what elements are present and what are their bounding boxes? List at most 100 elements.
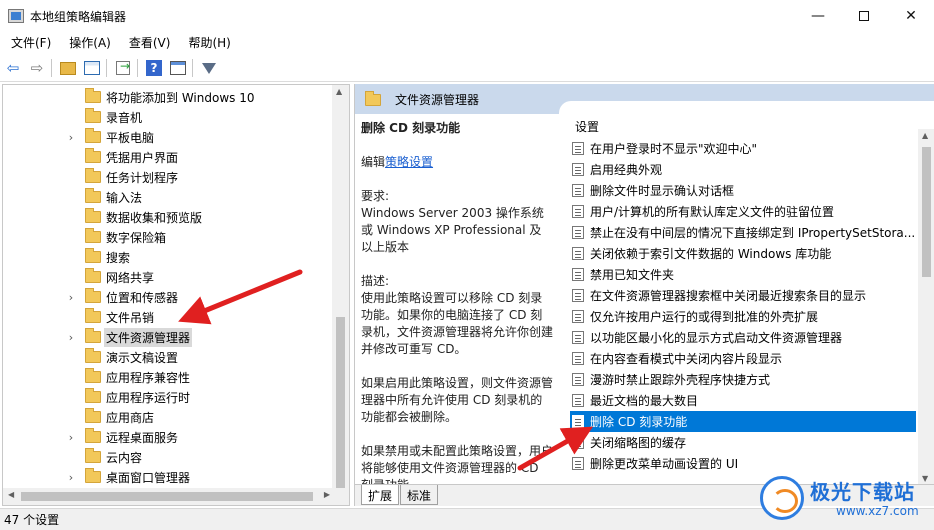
scroll-right-icon[interactable]: ▶ xyxy=(324,490,330,499)
tree-item[interactable]: 云内容 xyxy=(3,447,333,467)
tree-item[interactable]: › 平板电脑 xyxy=(3,127,333,147)
policy-setting-icon xyxy=(572,142,584,155)
setting-row[interactable]: 启用经典外观 xyxy=(570,159,916,180)
expand-chevron-icon[interactable]: › xyxy=(66,291,76,304)
tree-item[interactable]: 将功能添加到 Windows 10 xyxy=(3,87,333,107)
setting-label: 删除更改菜单动画设置的 UI xyxy=(590,457,739,471)
tree-item[interactable]: 凭据用户界面 xyxy=(3,147,333,167)
folder-icon xyxy=(85,188,101,203)
tree-item-label: 数据收集和预览版 xyxy=(106,210,203,225)
settings-vertical-scrollbar[interactable]: ▲ ▼ xyxy=(918,129,934,485)
enabled-explanation: 如果启用此策略设置，则文件资源管理器中所有允许使用 CD 刻录机的功能都会被删除… xyxy=(361,376,553,424)
tree-item[interactable]: 网络共享 xyxy=(3,267,333,287)
tree-item-label: 远程桌面服务 xyxy=(106,430,179,445)
tree-item[interactable]: › 位置和传感器 xyxy=(3,287,333,307)
tree-item[interactable]: 数据收集和预览版 xyxy=(3,207,333,227)
watermark-url: www.xz7.com xyxy=(836,504,919,518)
tree-item[interactable]: 应用程序兼容性 xyxy=(3,367,333,387)
tree-horizontal-scrollbar[interactable]: ◀ ▶ xyxy=(3,488,349,505)
policy-setting-icon xyxy=(572,184,584,197)
menu-help[interactable]: 帮助(H) xyxy=(181,32,237,54)
export-list-button[interactable] xyxy=(112,57,134,79)
navigation-tree[interactable]: 将功能添加到 Windows 10 录音机 › 平板电脑凭据用户界面任务计划程序 输入法… xyxy=(2,84,350,506)
tree-item[interactable]: 任务计划程序 xyxy=(3,167,333,187)
tree-item[interactable]: 应用商店 xyxy=(3,407,333,427)
properties-button[interactable] xyxy=(167,57,189,79)
tree-item[interactable]: 文件吊销 xyxy=(3,307,333,327)
setting-row[interactable]: 用户/计算机的所有默认库定义文件的驻留位置 xyxy=(570,201,916,222)
folder-icon xyxy=(85,408,101,423)
minimize-button[interactable]: — xyxy=(795,0,841,32)
edit-policy-link[interactable]: 策略设置 xyxy=(385,155,433,169)
setting-row[interactable]: 最近文档的最大数目 xyxy=(570,390,916,411)
tree-item-label: 凭据用户界面 xyxy=(106,150,179,165)
folder-icon xyxy=(85,168,101,183)
setting-row[interactable]: 删除 CD 刻录功能 xyxy=(570,411,916,432)
tree-item[interactable]: › 文件资源管理器 xyxy=(3,327,333,347)
expand-chevron-icon[interactable]: › xyxy=(66,431,76,444)
menu-action[interactable]: 操作(A) xyxy=(62,32,118,54)
tree-item-label: 文件资源管理器 xyxy=(104,327,193,347)
tree-item[interactable]: 数字保险箱 xyxy=(3,227,333,247)
maximize-button[interactable] xyxy=(841,0,887,32)
scroll-up-icon[interactable]: ▲ xyxy=(336,87,342,96)
show-hide-tree-button[interactable] xyxy=(81,57,103,79)
setting-row[interactable]: 以功能区最小化的显示方式启动文件资源管理器 xyxy=(570,327,916,348)
tree-item[interactable]: › 远程桌面服务 xyxy=(3,427,333,447)
tree-item[interactable]: 搜索 xyxy=(3,247,333,267)
tree-item[interactable]: 输入法 xyxy=(3,187,333,207)
tree-item-label: 云内容 xyxy=(106,450,143,465)
scroll-thumb[interactable] xyxy=(21,492,313,501)
setting-row[interactable]: 禁用已知文件夹 xyxy=(570,264,916,285)
scroll-thumb[interactable] xyxy=(336,317,345,489)
back-icon[interactable]: ⇦ xyxy=(2,57,24,79)
tab-standard[interactable]: 标准 xyxy=(400,485,439,505)
scroll-up-icon[interactable]: ▲ xyxy=(922,131,928,140)
setting-label: 用户/计算机的所有默认库定义文件的驻留位置 xyxy=(590,205,835,219)
scroll-thumb[interactable] xyxy=(922,147,931,277)
setting-row[interactable]: 仅允许按用户运行的或得到批准的外壳扩展 xyxy=(570,306,916,327)
menu-file[interactable]: 文件(F) xyxy=(4,32,58,54)
close-button[interactable]: ✕ xyxy=(888,0,934,32)
policy-setting-icon xyxy=(572,247,584,260)
setting-row[interactable]: 禁止在没有中间层的情况下直接绑定到 IPropertySetStora... xyxy=(570,222,916,243)
policy-setting-icon xyxy=(572,415,584,428)
expand-chevron-icon[interactable]: › xyxy=(66,471,76,484)
tab-extended[interactable]: 扩展 xyxy=(361,485,400,505)
setting-row[interactable]: 删除文件时显示确认对话框 xyxy=(570,180,916,201)
folder-icon xyxy=(85,88,101,103)
setting-row[interactable]: 关闭依赖于索引文件数据的 Windows 库功能 xyxy=(570,243,916,264)
forward-icon[interactable]: ⇨ xyxy=(26,57,48,79)
tree-item-label: 演示文稿设置 xyxy=(106,350,179,365)
setting-row[interactable]: 在内容查看模式中关闭内容片段显示 xyxy=(570,348,916,369)
policy-setting-icon xyxy=(572,394,584,407)
folder-icon xyxy=(85,428,101,443)
filter-button[interactable] xyxy=(198,57,220,79)
expand-chevron-icon[interactable]: › xyxy=(66,131,76,144)
tree-vertical-scrollbar[interactable]: ▲ xyxy=(332,85,349,489)
maximize-icon xyxy=(859,11,869,21)
tree-item[interactable]: 演示文稿设置 xyxy=(3,347,333,367)
settings-column-header[interactable]: 设置 xyxy=(575,118,599,135)
menu-view[interactable]: 查看(V) xyxy=(122,32,178,54)
scroll-left-icon[interactable]: ◀ xyxy=(8,490,14,499)
folder-icon xyxy=(85,208,101,223)
setting-row[interactable]: 关闭缩略图的缓存 xyxy=(570,432,916,453)
help-button[interactable]: ? xyxy=(143,57,165,79)
tree-item[interactable]: › 桌面窗口管理器 xyxy=(3,467,333,487)
window-title: 本地组策略编辑器 xyxy=(30,9,127,24)
setting-row[interactable]: 漫游时禁止跟踪外壳程序快捷方式 xyxy=(570,369,916,390)
tree-item-label: 桌面窗口管理器 xyxy=(106,470,191,485)
folder-up-button[interactable] xyxy=(57,57,79,79)
setting-row[interactable]: 在用户登录时不显示"欢迎中心" xyxy=(570,138,916,159)
edit-prefix: 编辑 xyxy=(361,155,386,169)
toolbar-separator xyxy=(192,59,193,77)
tree-item-label: 将功能添加到 Windows 10 xyxy=(106,90,255,105)
export-list-icon xyxy=(116,59,130,75)
tree-item[interactable]: 录音机 xyxy=(3,107,333,127)
tree-item[interactable]: 应用程序运行时 xyxy=(3,387,333,407)
disabled-explanation: 如果禁用或未配置此策略设置，用户将能够使用文件资源管理器的 CD 刻录功能。 xyxy=(361,444,553,484)
expand-chevron-icon[interactable]: › xyxy=(66,331,76,344)
settings-list: 在用户登录时不显示"欢迎中心" 启用经典外观 删除文件时显示确认对话框用户/计算机的… xyxy=(570,138,916,474)
setting-row[interactable]: 在文件资源管理器搜索框中关闭最近搜索条目的显示 xyxy=(570,285,916,306)
